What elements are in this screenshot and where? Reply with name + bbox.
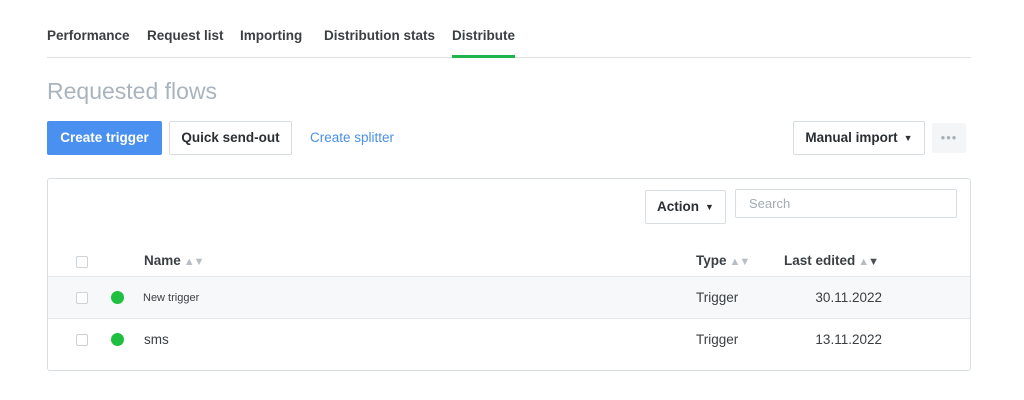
sort-desc-icon[interactable]: ▲▼ — [858, 256, 879, 268]
column-header-type[interactable]: Type ▲▼ — [696, 253, 751, 268]
manual-import-button[interactable]: Manual import ▼ — [793, 121, 925, 155]
create-splitter-link[interactable]: Create splitter — [310, 130, 394, 145]
row-last-edited: 13.11.2022 — [815, 332, 882, 347]
caret-down-icon: ▼ — [903, 133, 913, 144]
more-options-button[interactable]: ••• — [932, 123, 966, 153]
column-header-last-edited[interactable]: Last edited ▲▼ — [784, 253, 879, 268]
action-dropdown-button[interactable]: Action ▼ — [645, 190, 726, 224]
table-row[interactable]: sms Trigger 13.11.2022 — [48, 318, 970, 360]
table-row[interactable]: New trigger Trigger 30.11.2022 — [48, 276, 970, 318]
flows-panel: Action▼ Name▲▼ Type▲▼ Last edited▲▼ New … — [47, 178, 971, 371]
tab-bar: Performance Request list Importing Distr… — [47, 0, 971, 58]
column-type-label: Type — [696, 253, 727, 268]
status-active-indicator — [111, 333, 124, 346]
row-type: Trigger — [696, 290, 739, 305]
search-input[interactable] — [735, 189, 957, 218]
column-last-edited-label: Last edited — [784, 253, 856, 268]
tab-importing[interactable]: Importing — [240, 28, 302, 58]
tab-distribution-stats[interactable]: Distribution stats — [324, 28, 435, 58]
row-checkbox[interactable] — [76, 334, 88, 346]
row-last-edited: 30.11.2022 — [815, 290, 882, 305]
status-active-indicator — [111, 291, 124, 304]
row-name[interactable]: sms — [144, 332, 169, 347]
page: Performance Request list Importing Distr… — [0, 0, 1024, 400]
select-all-checkbox[interactable] — [76, 256, 88, 268]
row-name[interactable]: New trigger — [143, 292, 199, 304]
action-label: Action — [657, 199, 700, 214]
caret-down-icon: ▼ — [705, 202, 714, 213]
tab-performance[interactable]: Performance — [47, 28, 130, 58]
row-type: Trigger — [696, 332, 739, 347]
tab-request-list[interactable]: Request list — [147, 28, 224, 58]
tab-distribute[interactable]: Distribute — [452, 28, 516, 58]
manual-import-label: Manual import — [805, 130, 898, 145]
sort-icon[interactable]: ▲▼ — [184, 256, 205, 268]
column-header-name[interactable]: Name ▲▼ — [144, 253, 205, 268]
sort-icon[interactable]: ▲▼ — [730, 256, 751, 268]
column-name-label: Name — [144, 253, 181, 268]
quick-send-out-button[interactable]: Quick send-out — [169, 121, 292, 155]
page-title: Requested flows — [47, 78, 218, 104]
row-checkbox[interactable] — [76, 292, 88, 304]
create-trigger-button[interactable]: Create trigger — [47, 121, 162, 155]
